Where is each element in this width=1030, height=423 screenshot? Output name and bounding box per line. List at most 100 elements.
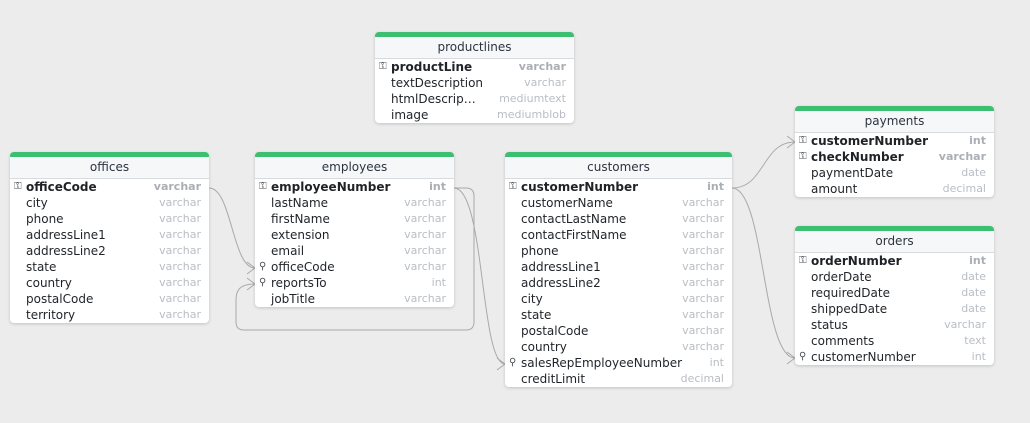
field-name: officeCode: [26, 180, 97, 194]
field-row[interactable]: city varchar: [505, 291, 732, 307]
field-row[interactable]: addressLine1 varchar: [10, 227, 209, 243]
field-type: varchar: [518, 60, 566, 73]
field-row[interactable]: city varchar: [10, 195, 209, 211]
field-row[interactable]: country varchar: [10, 275, 209, 291]
field-row[interactable]: territory varchar: [10, 307, 209, 323]
field-name: phone: [521, 244, 559, 258]
field-row[interactable]: ⚿ orderNumber int: [795, 253, 994, 269]
table-header[interactable]: orders: [795, 231, 994, 253]
field-type: varchar: [159, 212, 201, 225]
field-row[interactable]: textDescription varchar: [375, 75, 574, 91]
field-type: varchar: [682, 244, 724, 257]
field-row[interactable]: ⚿ customerNumber int: [505, 179, 732, 195]
field-type: varchar: [682, 324, 724, 337]
table-header[interactable]: productlines: [375, 37, 574, 59]
link-orders-customers: [731, 187, 796, 359]
field-name: salesRepEmployeeNumber: [521, 356, 683, 370]
field-row[interactable]: amount decimal: [795, 181, 994, 197]
field-row[interactable]: ⚲ salesRepEmployeeNumber int: [505, 355, 732, 371]
field-type: varchar: [404, 228, 446, 241]
field-name: productLine: [391, 60, 473, 74]
field-name: paymentDate: [811, 166, 894, 180]
field-row[interactable]: orderDate date: [795, 269, 994, 285]
table-offices[interactable]: offices ⚿ officeCode varchar city varchar p…: [10, 152, 209, 323]
field-row[interactable]: status varchar: [795, 317, 994, 333]
crowfoot-employees-officeCode: [246, 261, 256, 275]
field-row[interactable]: jobTitle varchar: [255, 291, 454, 307]
field-name: customerNumber: [811, 134, 929, 148]
field-name: firstName: [271, 212, 330, 226]
field-row[interactable]: email varchar: [255, 243, 454, 259]
field-type: int: [429, 180, 446, 193]
field-row[interactable]: ⚲ reportsTo int: [255, 275, 454, 291]
field-row[interactable]: state varchar: [505, 307, 732, 323]
field-row[interactable]: requiredDate date: [795, 285, 994, 301]
field-type: varchar: [404, 260, 446, 273]
field-type: varchar: [404, 292, 446, 305]
field-row[interactable]: firstName varchar: [255, 211, 454, 227]
table-productlines[interactable]: productlines ⚿ productLine varchar textDes…: [375, 32, 574, 123]
field-name: phone: [26, 212, 64, 226]
field-row[interactable]: addressLine2 varchar: [505, 275, 732, 291]
field-row[interactable]: phone varchar: [505, 243, 732, 259]
field-row[interactable]: ⚿ employeeNumber int: [255, 179, 454, 195]
field-name: customerNumber: [811, 350, 916, 364]
field-row[interactable]: comments text: [795, 333, 994, 349]
field-row[interactable]: country varchar: [505, 339, 732, 355]
field-name: requiredDate: [811, 286, 890, 300]
field-row[interactable]: postalCode varchar: [505, 323, 732, 339]
table-customers[interactable]: customers ⚿ customerNumber int customerNam…: [505, 152, 732, 387]
field-row[interactable]: state varchar: [10, 259, 209, 275]
key-icon: ⚿: [509, 181, 517, 192]
field-row[interactable]: ⚿ productLine varchar: [375, 59, 574, 75]
field-row[interactable]: addressLine2 varchar: [10, 243, 209, 259]
field-row[interactable]: ⚲ customerNumber int: [795, 349, 994, 365]
field-name: officeCode: [271, 260, 335, 274]
table-employees[interactable]: employees ⚿ employeeNumber int lastName var…: [255, 152, 454, 307]
table-header[interactable]: employees: [255, 157, 454, 179]
field-name: employeeNumber: [271, 180, 391, 194]
field-type: varchar: [404, 244, 446, 257]
foreign-key-icon: ⚲: [259, 261, 267, 272]
field-row[interactable]: extension varchar: [255, 227, 454, 243]
field-row[interactable]: ⚿ checkNumber varchar: [795, 149, 994, 165]
table-header[interactable]: offices: [10, 157, 209, 179]
field-row[interactable]: htmlDescrip… mediumtext: [375, 91, 574, 107]
field-type: int: [969, 254, 986, 267]
field-type: varchar: [682, 228, 724, 241]
field-row[interactable]: ⚿ officeCode varchar: [10, 179, 209, 195]
field-row[interactable]: shippedDate date: [795, 301, 994, 317]
field-type: date: [961, 270, 986, 283]
field-type: varchar: [682, 212, 724, 225]
table-orders[interactable]: orders ⚿ orderNumber int orderDate date req…: [795, 226, 994, 365]
field-row[interactable]: ⚲ officeCode varchar: [255, 259, 454, 275]
field-row[interactable]: customerName varchar: [505, 195, 732, 211]
field-row[interactable]: creditLimit decimal: [505, 371, 732, 387]
diagram-canvas[interactable]: productlines ⚿ productLine varchar textDes…: [0, 0, 1030, 423]
key-icon: ⚿: [379, 61, 387, 72]
field-row[interactable]: ⚿ customerNumber int: [795, 133, 994, 149]
field-name: addressLine2: [26, 244, 106, 258]
table-header[interactable]: customers: [505, 157, 732, 179]
field-type: varchar: [682, 292, 724, 305]
field-row[interactable]: image mediumblob: [375, 107, 574, 123]
field-type: mediumtext: [499, 92, 566, 105]
table-header[interactable]: payments: [795, 111, 994, 133]
link-payments-customers: [731, 141, 796, 189]
field-row[interactable]: contactFirstName varchar: [505, 227, 732, 243]
field-name: checkNumber: [811, 150, 904, 164]
field-name: image: [391, 108, 429, 122]
field-name: country: [521, 340, 567, 354]
field-row[interactable]: paymentDate date: [795, 165, 994, 181]
field-row[interactable]: phone varchar: [10, 211, 209, 227]
crowfoot-orders: [786, 351, 796, 365]
link-customers-salesRep-employees: [453, 187, 506, 365]
table-payments[interactable]: payments ⚿ customerNumber int ⚿ checkNumber…: [795, 106, 994, 197]
field-type: varchar: [682, 308, 724, 321]
field-row[interactable]: postalCode varchar: [10, 291, 209, 307]
field-row[interactable]: contactLastName varchar: [505, 211, 732, 227]
field-name: reportsTo: [271, 276, 327, 290]
field-row[interactable]: addressLine1 varchar: [505, 259, 732, 275]
field-row[interactable]: lastName varchar: [255, 195, 454, 211]
field-name: customerName: [521, 196, 613, 210]
